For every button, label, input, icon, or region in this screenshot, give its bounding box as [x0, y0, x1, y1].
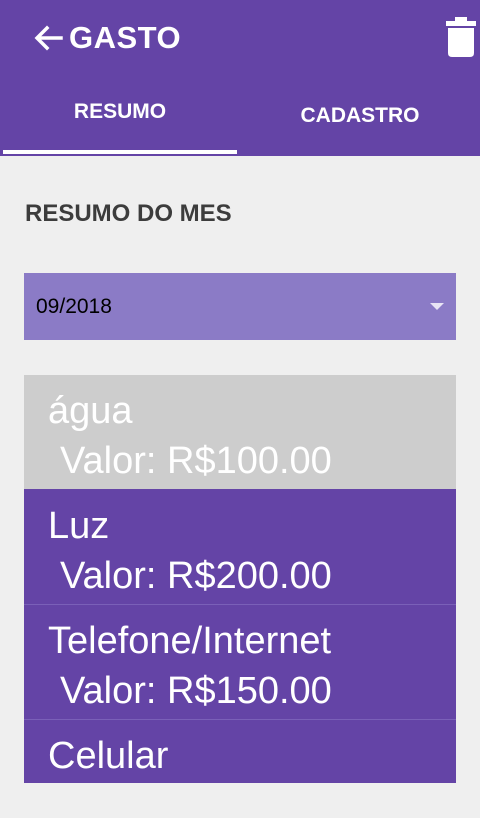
expense-value: Valor: R$150.00: [60, 670, 332, 712]
expense-item[interactable]: Telefone/Internet Valor: R$150.00: [24, 605, 456, 720]
expense-name: Luz: [48, 505, 110, 547]
expense-item[interactable]: Celular: [24, 720, 456, 783]
expense-item[interactable]: Luz Valor: R$200.00: [24, 490, 456, 605]
expense-item[interactable]: água Valor: R$100.00: [24, 375, 456, 490]
tab-cadastro[interactable]: CADASTRO: [240, 78, 480, 156]
tab-bar: RESUMO CADASTRO: [0, 78, 480, 156]
back-button[interactable]: [30, 20, 66, 56]
expense-value: Valor: R$100.00: [60, 440, 332, 482]
active-tab-indicator: [3, 150, 237, 154]
page-title: GASTO: [69, 20, 182, 55]
expense-name: Telefone/Internet: [48, 620, 332, 662]
dropdown-arrow-icon: [430, 303, 444, 310]
month-dropdown-value: 09/2018: [36, 295, 112, 318]
arrow-left-icon: [34, 25, 63, 51]
app-bar: GASTO RESUMO CADASTRO: [0, 0, 480, 156]
tab-resumo[interactable]: RESUMO: [0, 78, 240, 156]
delete-button[interactable]: [444, 16, 478, 58]
expense-value: Valor: R$200.00: [60, 555, 332, 597]
section-title: RESUMO DO MES: [25, 200, 232, 227]
expense-name: água: [48, 390, 133, 432]
month-dropdown[interactable]: 09/2018: [24, 273, 456, 340]
trash-icon: [446, 17, 476, 57]
expense-name: Celular: [48, 735, 169, 777]
expense-list[interactable]: água Valor: R$100.00 Luz Valor: R$200.00…: [24, 375, 456, 783]
